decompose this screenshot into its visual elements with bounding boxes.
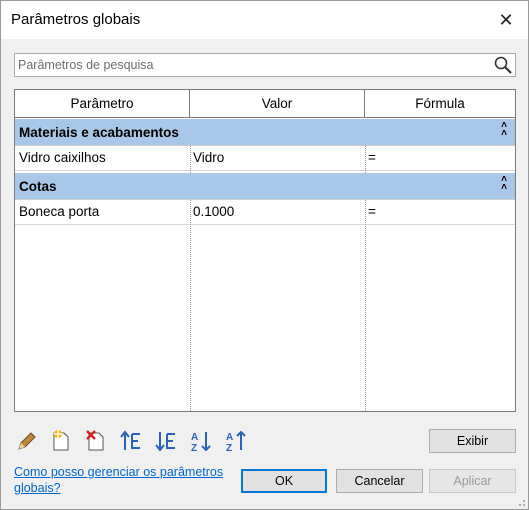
column-header-formula[interactable]: Fórmula — [365, 90, 515, 118]
global-parameters-dialog: Parâmetros globais ✕ Parâmetro Valor Fór… — [0, 0, 529, 510]
table-row[interactable]: Boneca porta 0.1000 = — [15, 200, 515, 225]
delete-parameter-icon[interactable] — [84, 429, 108, 453]
parameter-value[interactable]: 0.1000 — [193, 204, 234, 219]
parameter-name: Boneca porta — [19, 204, 100, 219]
parameters-table: Parâmetro Valor Fórmula Materiais e acab… — [14, 89, 516, 412]
ok-button[interactable]: OK — [241, 469, 327, 493]
table-row[interactable]: Vidro caixilhos Vidro = — [15, 146, 515, 171]
resize-grip-icon[interactable] — [516, 497, 526, 507]
move-up-icon[interactable] — [119, 429, 143, 453]
edit-pencil-icon[interactable] — [15, 429, 39, 453]
parameter-value[interactable]: Vidro — [193, 150, 224, 165]
sort-descending-icon[interactable]: A Z — [224, 429, 248, 453]
column-divider — [190, 200, 191, 411]
group-header-materials[interactable]: Materiais e acabamentos ˄ ˄ — [15, 119, 515, 146]
svg-text:Z: Z — [191, 443, 197, 453]
dialog-title: Parâmetros globais — [11, 11, 141, 28]
parameter-name: Vidro caixilhos — [19, 150, 106, 165]
column-header-value[interactable]: Valor — [190, 90, 365, 118]
cancel-button[interactable]: Cancelar — [336, 469, 423, 493]
search-input[interactable] — [18, 56, 488, 74]
group-label: Materiais e acabamentos — [19, 125, 179, 140]
svg-text:A: A — [226, 432, 233, 443]
collapse-icon[interactable]: ˄ ˄ — [501, 175, 507, 193]
parameter-formula[interactable]: = — [368, 150, 376, 165]
column-divider — [365, 146, 366, 173]
apply-button[interactable]: Aplicar — [429, 469, 516, 493]
collapse-icon[interactable]: ˄ ˄ — [501, 121, 507, 139]
close-icon[interactable]: ✕ — [492, 8, 520, 32]
column-header-parameter[interactable]: Parâmetro — [15, 90, 190, 118]
parameter-formula[interactable]: = — [368, 204, 376, 219]
search-icon[interactable] — [493, 55, 513, 75]
export-button[interactable]: Exibir — [429, 429, 516, 453]
help-link[interactable]: Como posso gerenciar os parâmetros globa… — [14, 464, 234, 496]
group-header-dimensions[interactable]: Cotas ˄ ˄ — [15, 173, 515, 200]
sort-ascending-icon[interactable]: A Z — [189, 429, 213, 453]
group-label: Cotas — [19, 179, 57, 194]
column-divider — [365, 200, 366, 411]
search-box — [14, 53, 516, 77]
move-down-icon[interactable] — [154, 429, 178, 453]
svg-text:Z: Z — [226, 443, 232, 453]
new-parameter-icon[interactable] — [49, 429, 73, 453]
column-divider — [190, 146, 191, 173]
svg-text:A: A — [191, 432, 198, 443]
title-bar: Parâmetros globais ✕ — [1, 1, 528, 39]
